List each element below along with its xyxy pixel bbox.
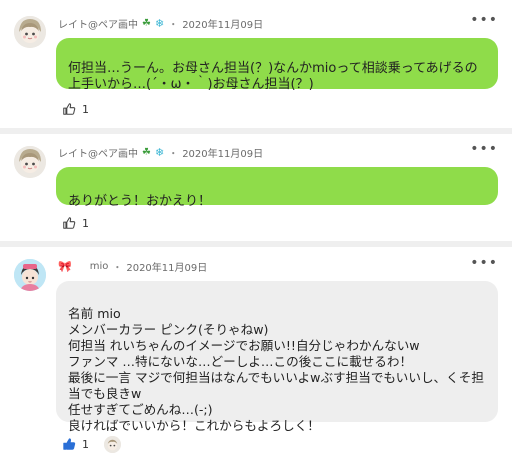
ribbon-icon: 🎀: [58, 260, 72, 273]
more-icon[interactable]: •••: [470, 13, 498, 27]
snowflake-icon: ❄: [154, 146, 165, 159]
like-button[interactable]: 1: [62, 216, 89, 230]
more-icon[interactable]: •••: [470, 256, 498, 270]
thumbs-up-icon: [63, 103, 76, 115]
snowflake-icon: ❄: [154, 17, 165, 30]
clover-icon: ☘: [142, 18, 151, 29]
thumbs-up-icon: [63, 217, 76, 229]
like-button[interactable]: 1: [62, 102, 89, 116]
more-icon[interactable]: •••: [470, 142, 498, 156]
like-count: 1: [82, 216, 89, 230]
avatar[interactable]: [14, 259, 46, 291]
meta-separator: ・: [112, 263, 123, 274]
message-text: 何担当…うーん。お母さん担当(？)なんかmioって相談乗ってあげるの上手いから……: [68, 61, 478, 92]
liker-avatar[interactable]: [104, 436, 121, 453]
post-date: 2020年11月09日: [182, 20, 264, 31]
post-meta: 🎀 mio ・ 2020年11月09日: [58, 259, 207, 274]
meta-separator: ・: [168, 20, 179, 31]
like-count: 1: [82, 102, 89, 116]
author-name[interactable]: mio: [90, 261, 109, 272]
post-meta: レイト@ペア画中 ☘ ❄ ・ 2020年11月09日: [58, 145, 263, 160]
avatar-image: [14, 259, 46, 291]
like-count: 1: [82, 437, 89, 451]
message-bubble: ありがとう！おかえり！: [56, 167, 498, 209]
meta-separator: ・: [168, 149, 179, 160]
thumbs-up-icon: [63, 438, 76, 450]
post-date: 2020年11月09日: [126, 263, 208, 274]
message-bubble: 何担当…うーん。お母さん担当(？)なんかmioって相談乗ってあげるの上手いから……: [56, 38, 498, 92]
avatar-image: [104, 436, 121, 453]
clover-icon: ☘: [142, 147, 151, 158]
author-name[interactable]: レイト@ペア画中: [58, 16, 138, 31]
post-meta: レイト@ペア画中 ☘ ❄ ・ 2020年11月09日: [58, 16, 263, 31]
avatar[interactable]: [14, 146, 46, 178]
author-name[interactable]: レイト@ペア画中: [58, 145, 138, 160]
avatar-image: [14, 16, 46, 48]
post-date: 2020年11月09日: [182, 149, 264, 160]
message-text: ありがとう！おかえり！: [68, 194, 212, 209]
avatar-image: [14, 146, 46, 178]
message-text: 名前 mio メンバーカラー ピンク(そりゃねw) 何担当 れいちゃんのイメージ…: [68, 306, 484, 433]
divider: [0, 241, 512, 247]
avatar[interactable]: [14, 16, 46, 48]
divider: [0, 128, 512, 134]
message-bubble: 名前 mio メンバーカラー ピンク(そりゃねw) 何担当 れいちゃんのイメージ…: [56, 281, 498, 433]
like-button[interactable]: 1: [62, 437, 89, 451]
